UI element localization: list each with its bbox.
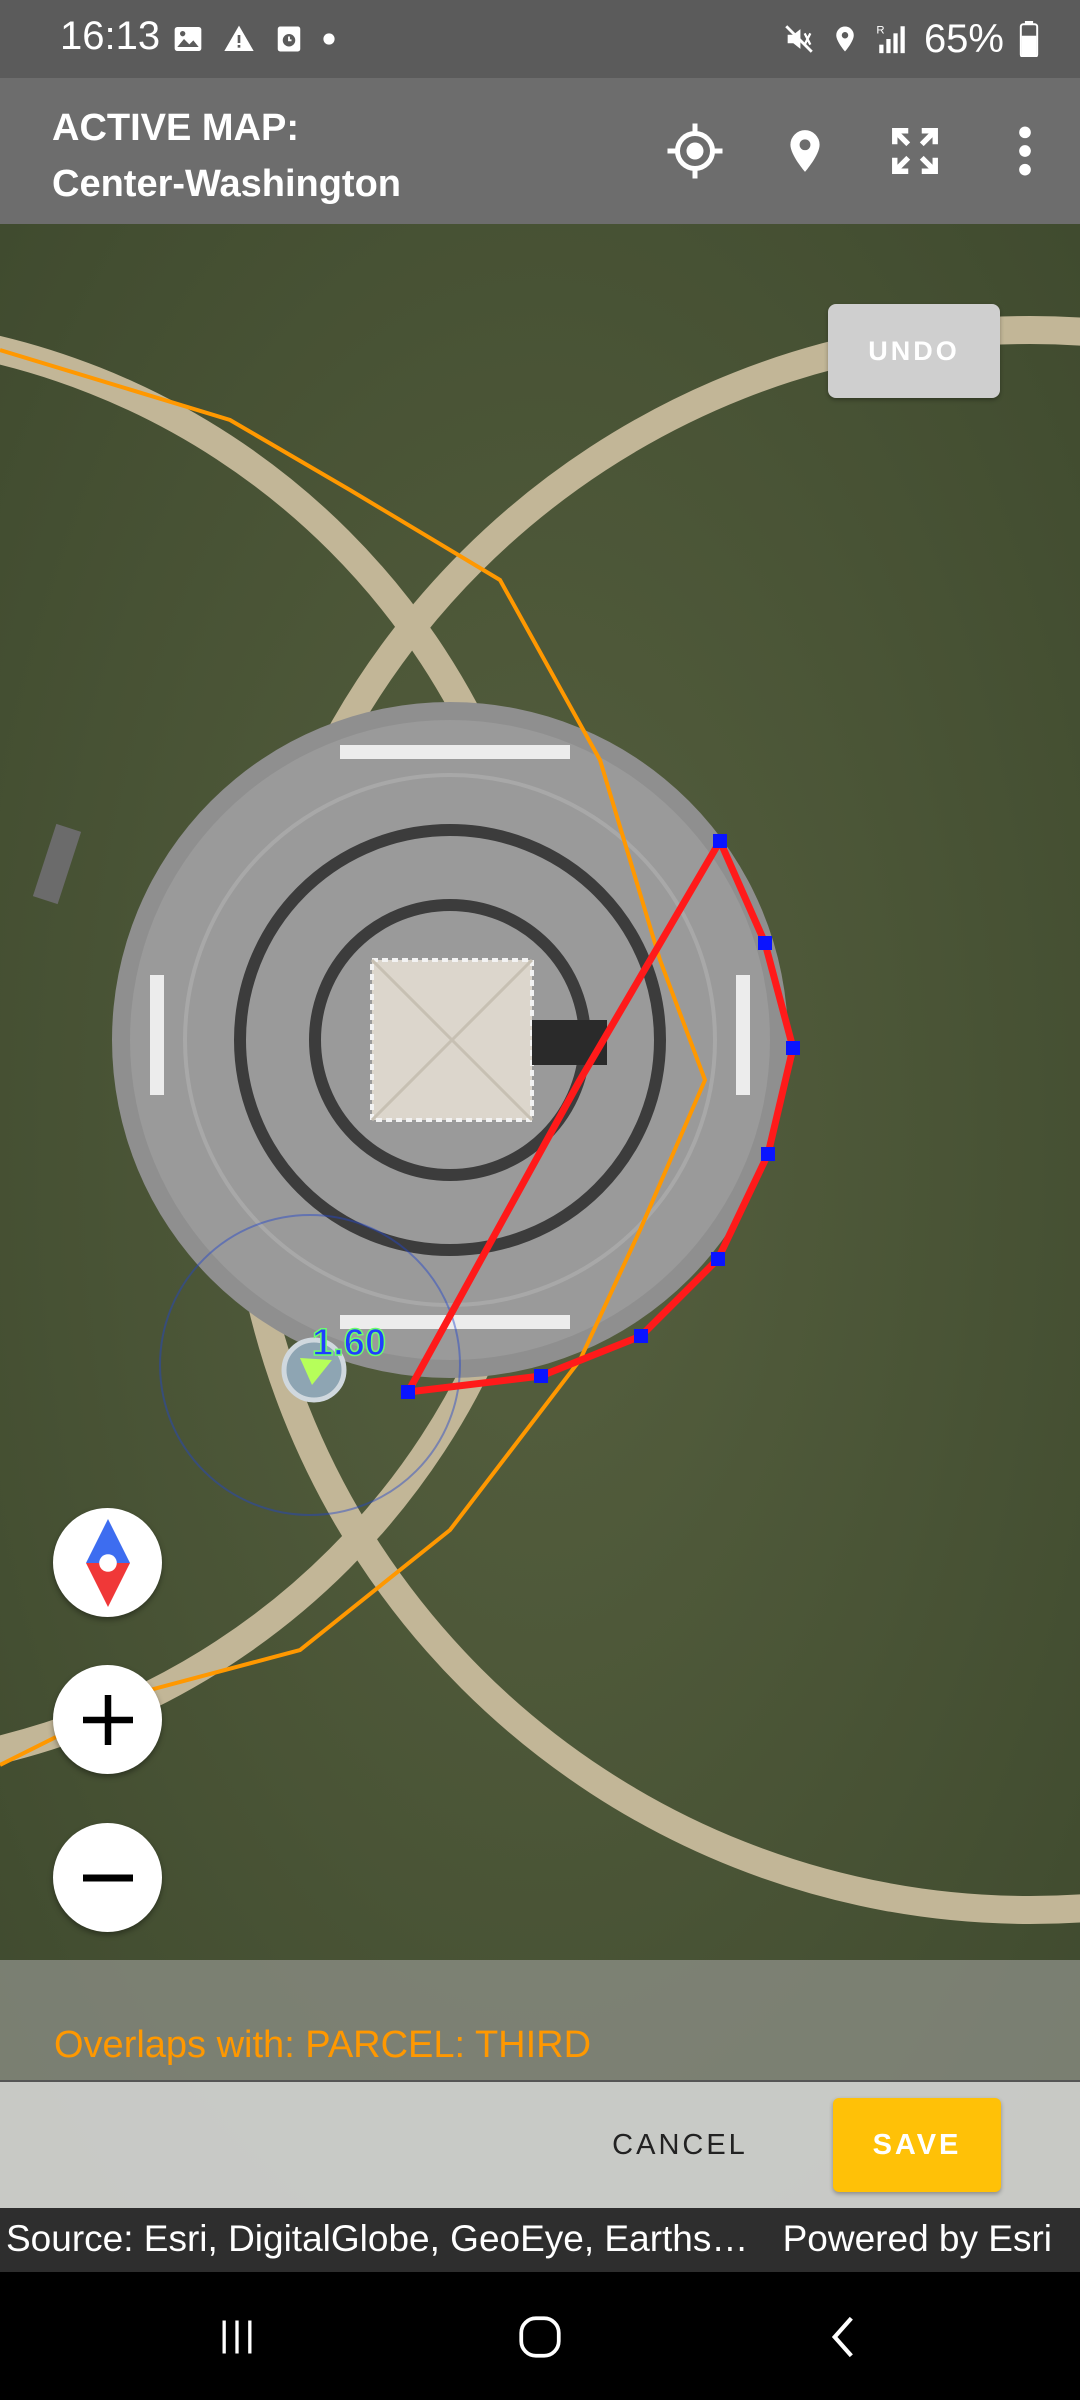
more-options-button[interactable] [970,96,1080,206]
place-pin-button[interactable] [750,96,860,206]
home-button[interactable] [475,2292,605,2382]
signal-icon: R [876,24,905,54]
attribution-powered-by[interactable]: Powered by Esri [783,2218,1052,2260]
zoom-out-icon [82,1874,133,1881]
zoom-out-button[interactable] [53,1823,162,1932]
status-bar: 16:13 R 65% [0,0,1080,78]
app-bar-actions [640,78,1080,224]
map-view[interactable]: UNDO 1.60 [0,224,1080,2272]
status-time: 16:13 [60,14,161,58]
recent-apps-icon [222,2320,252,2354]
segment-length-label: 1.60 [311,1321,386,1365]
mute-icon [785,25,813,53]
battery-icon [1019,21,1039,57]
more-vert-icon [1019,126,1031,176]
my-location-icon [667,123,723,179]
back-button[interactable] [778,2292,908,2382]
recent-apps-button[interactable] [172,2292,302,2382]
clock-app-icon [277,26,301,52]
my-location-button[interactable] [640,96,750,206]
navigation-bar [0,2272,1080,2400]
back-icon [831,2316,853,2358]
zoom-in-icon [82,1694,133,1745]
status-notification-icons [172,14,336,64]
home-icon [519,2316,561,2358]
dot-icon [323,33,335,45]
zoom-in-button[interactable] [53,1665,162,1774]
active-map-heading: ACTIVE MAP: [52,107,299,149]
svg-text:R: R [876,24,884,36]
satellite-basemap [0,224,1080,2272]
undo-button[interactable]: UNDO [828,304,1000,398]
active-map-name: Center-Washington [52,163,402,205]
battery-percent: 65% [923,16,1004,61]
active-map-title: ACTIVE MAP: Center-Washington [52,100,401,212]
fullscreen-icon [892,128,938,174]
place-pin-icon [790,130,820,172]
overlap-warning: Overlaps with: PARCEL: THIRD [54,2024,592,2066]
image-icon [174,27,202,51]
location-icon [836,26,854,52]
warning-icon [224,25,254,51]
attribution-source: Source: Esri, DigitalGlobe, GeoEye, Eart… [6,2218,749,2259]
app-bar: ACTIVE MAP: Center-Washington [0,78,1080,224]
fullscreen-button[interactable] [860,96,970,206]
map-attribution: Source: Esri, DigitalGlobe, GeoEye, Eart… [0,2208,1080,2272]
status-system-icons: R 65% [782,14,1040,64]
save-button[interactable]: SAVE [833,2098,1001,2192]
cancel-button[interactable]: CANCEL [600,2090,760,2200]
compass-button[interactable] [53,1508,162,1617]
compass-icon [85,1518,130,1607]
